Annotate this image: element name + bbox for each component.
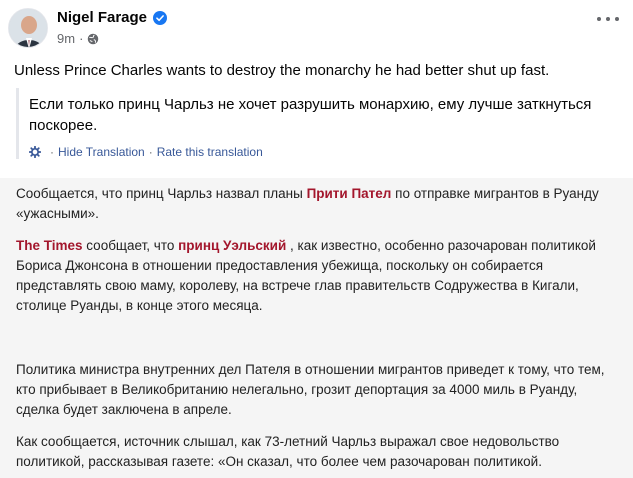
more-dot: [615, 17, 619, 21]
avatar[interactable]: [8, 8, 48, 48]
article-paragraph-1: Сообщается, что принц Чарльз назвал план…: [16, 184, 621, 224]
article-paragraph-4: Как сообщается, источник слышал, как 73-…: [16, 434, 560, 469]
post-meta: 9m ·: [57, 31, 99, 46]
more-options-icon[interactable]: [597, 14, 619, 24]
translation-text: Если только принц Чарльз не хочет разруш…: [29, 96, 592, 134]
post-author[interactable]: Nigel Farage: [57, 9, 168, 26]
translation-links: · Hide Translation · Rate this translati…: [29, 145, 616, 159]
p1-text-before: Сообщается, что принц Чарльз назвал план…: [16, 186, 307, 201]
meta-dot: ·: [79, 31, 84, 46]
translation-gear-icon[interactable]: [29, 146, 41, 158]
verified-badge-icon: [153, 10, 168, 25]
link-separator: ·: [148, 145, 153, 159]
rate-translation-link[interactable]: Rate this translation: [157, 145, 263, 159]
article-excerpt: Сообщается, что принц Чарльз назвал план…: [0, 178, 633, 478]
facebook-post: Nigel Farage 9m · Unless Prince Charles …: [0, 0, 633, 178]
post-time[interactable]: 9m: [57, 31, 75, 46]
avatar-photo: [9, 9, 47, 47]
more-dot: [606, 17, 610, 21]
p2-highlight-times[interactable]: The Times: [16, 238, 83, 253]
more-dot: [597, 17, 601, 21]
link-separator-lead: ·: [50, 145, 54, 159]
article-paragraph-2: The Times сообщает, что принц Уэльский ,…: [16, 236, 621, 316]
hide-translation-link[interactable]: Hide Translation: [58, 145, 145, 159]
translation-block: Если только принц Чарльз не хочет разруш…: [16, 88, 616, 159]
article-paragraph-3: Политика министра внутренних дел Пателя …: [16, 362, 605, 417]
author-name[interactable]: Nigel Farage: [57, 9, 147, 26]
p1-highlight[interactable]: Прити Пател: [307, 186, 392, 201]
p2-text-middle: сообщает, что: [82, 238, 179, 253]
p2-highlight-prince[interactable]: принц Уэльский: [178, 238, 286, 253]
post-text: Unless Prince Charles wants to destroy t…: [14, 62, 550, 79]
globe-icon: [88, 33, 99, 44]
